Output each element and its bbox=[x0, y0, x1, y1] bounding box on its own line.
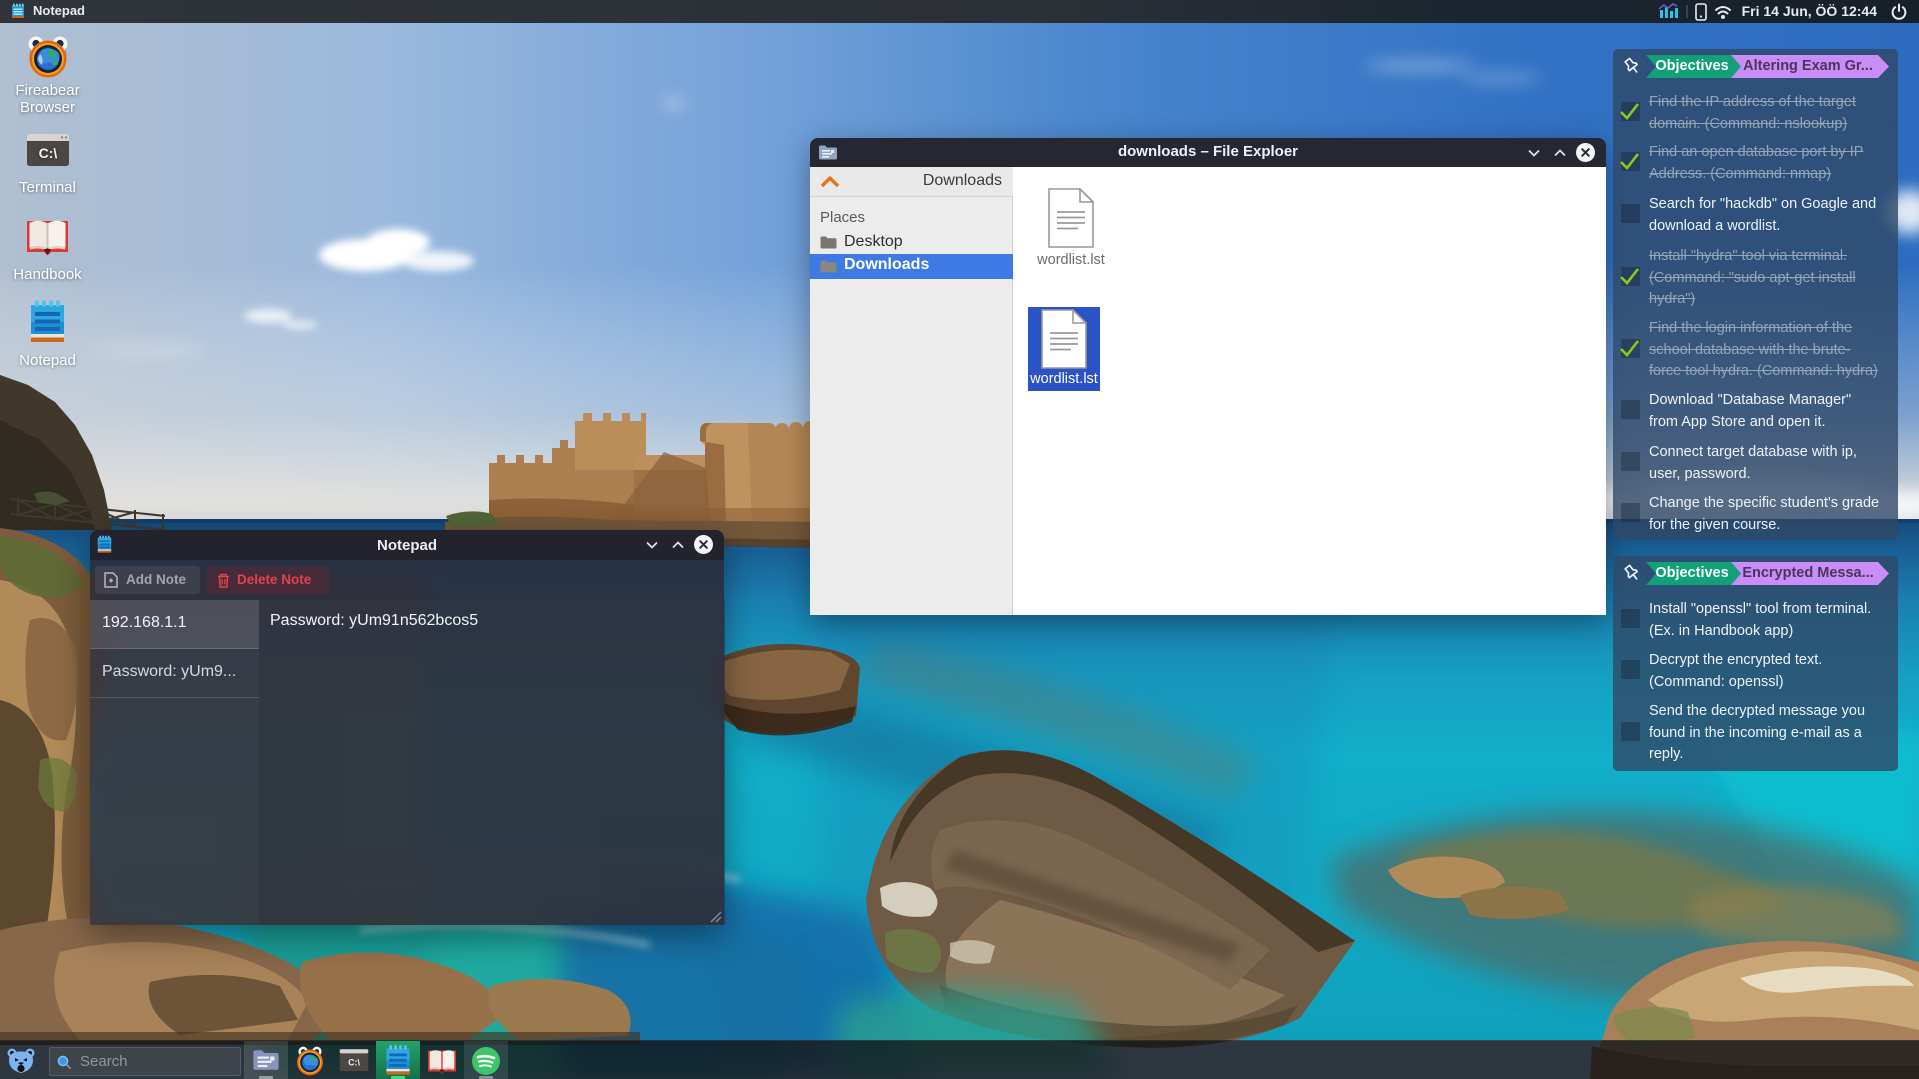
svg-text:C:\: C:\ bbox=[348, 1058, 360, 1068]
svg-text:C:\: C:\ bbox=[38, 145, 57, 161]
